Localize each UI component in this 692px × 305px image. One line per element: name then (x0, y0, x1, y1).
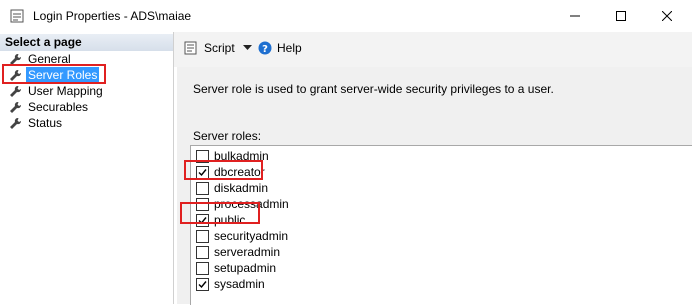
wrench-icon (10, 85, 22, 97)
sidebar-item-user-mapping[interactable]: User Mapping (9, 83, 105, 99)
role-row-securityadmin[interactable]: securityadmin (196, 228, 288, 244)
role-name: bulkadmin (214, 149, 269, 163)
role-checkbox[interactable] (196, 213, 209, 227)
server-roles-label: Server roles: (193, 129, 262, 143)
maximize-button[interactable] (598, 0, 644, 32)
role-name: securityadmin (214, 229, 289, 243)
role-name: processadmin (214, 197, 289, 211)
role-checkbox[interactable] (196, 229, 209, 243)
close-button[interactable] (644, 0, 690, 32)
sidebar-item-label: General (28, 52, 71, 66)
sidebar-item-status[interactable]: Status (9, 115, 64, 131)
role-name: diskadmin (214, 181, 269, 195)
script-label: Script (204, 41, 235, 55)
maximize-icon (616, 11, 626, 21)
dropdown-arrow-icon (242, 45, 252, 50)
role-checkbox[interactable] (196, 149, 209, 163)
role-checkbox[interactable] (196, 277, 209, 291)
role-checkbox[interactable] (196, 261, 209, 275)
server-roles-list[interactable]: bulkadmin dbcreator diskadmin processadm… (190, 145, 692, 305)
role-row-sysadmin[interactable]: sysadmin (196, 276, 265, 292)
role-row-processadmin[interactable]: processadmin (196, 196, 289, 212)
minimize-button[interactable] (552, 0, 598, 32)
role-row-dbcreator[interactable]: dbcreator (196, 164, 265, 180)
role-row-setupadmin[interactable]: setupadmin (196, 260, 276, 276)
toolbar: Script ? Help (174, 32, 692, 67)
wrench-icon (10, 53, 22, 65)
script-icon (184, 41, 197, 55)
close-icon (662, 11, 672, 21)
sidebar-item-server-roles[interactable]: Server Roles (9, 67, 100, 83)
role-name: sysadmin (214, 277, 265, 291)
sidebar-item-general[interactable]: General (9, 51, 73, 67)
minimize-icon (570, 15, 580, 17)
window-title: Login Properties - ADS\maiae (33, 9, 192, 23)
role-row-diskadmin[interactable]: diskadmin (196, 180, 268, 196)
sidebar-item-label: Server Roles (26, 67, 100, 83)
select-page-header: Select a page (0, 34, 173, 51)
role-name: public (214, 213, 246, 227)
page-description: Server role is used to grant server-wide… (193, 82, 554, 96)
role-checkbox[interactable] (196, 245, 209, 259)
role-checkbox[interactable] (196, 181, 209, 195)
wrench-icon (10, 117, 22, 129)
svg-text:?: ? (262, 44, 268, 55)
role-checkbox[interactable] (196, 197, 209, 211)
checkmark-icon (198, 280, 207, 288)
role-name: dbcreator (214, 165, 265, 179)
help-icon: ? (258, 41, 272, 55)
wrench-icon (10, 101, 22, 113)
role-name: serveradmin (214, 245, 281, 259)
role-row-serveradmin[interactable]: serveradmin (196, 244, 280, 260)
checkmark-icon (198, 168, 207, 176)
sidebar-item-label: User Mapping (28, 84, 103, 98)
role-name: setupadmin (214, 261, 277, 275)
sidebar-item-label: Securables (28, 100, 89, 114)
page-selector-pane: Select a page General Server Roles User … (0, 32, 174, 304)
checkmark-icon (198, 216, 207, 224)
role-checkbox[interactable] (196, 165, 209, 179)
server-roles-page: Server role is used to grant server-wide… (177, 67, 692, 305)
role-row-public[interactable]: public (196, 212, 245, 228)
wrench-icon (10, 69, 22, 81)
role-row-bulkadmin[interactable]: bulkadmin (196, 148, 269, 164)
sidebar-item-securables[interactable]: Securables (9, 99, 90, 115)
script-button[interactable]: Script (184, 41, 252, 55)
help-label: Help (277, 41, 302, 55)
help-button[interactable]: ? Help (258, 41, 302, 55)
title-bar: Login Properties - ADS\maiae (0, 0, 692, 33)
app-icon (10, 9, 24, 23)
sidebar-item-label: Status (28, 116, 63, 130)
